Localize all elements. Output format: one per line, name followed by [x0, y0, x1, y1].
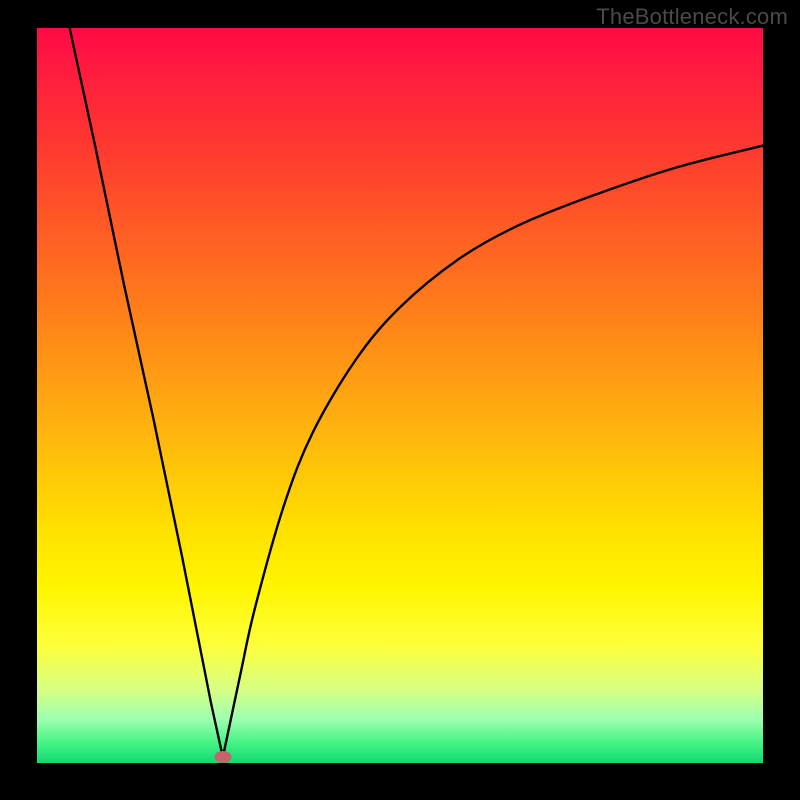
curve-path — [70, 28, 763, 757]
plot-area — [37, 28, 763, 763]
minimum-marker — [214, 751, 231, 763]
watermark-text: TheBottleneck.com — [596, 4, 788, 30]
bottleneck-curve — [37, 28, 763, 763]
chart-frame: TheBottleneck.com — [0, 0, 800, 800]
